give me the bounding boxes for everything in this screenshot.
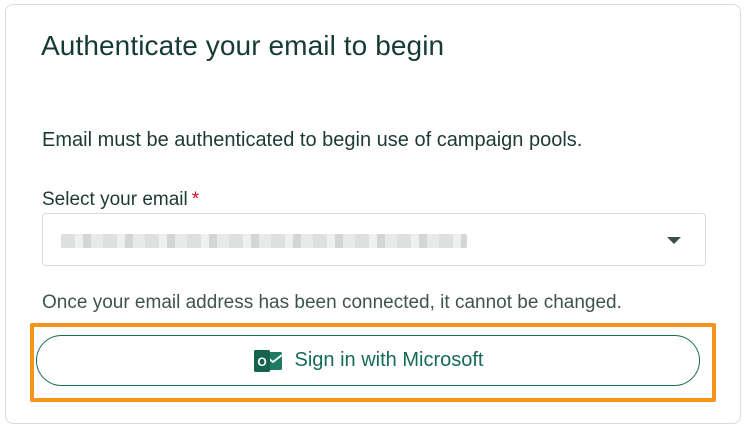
page-title: Authenticate your email to begin xyxy=(41,30,445,61)
sign-in-with-microsoft-button[interactable]: O Sign in with Microsoft xyxy=(36,335,700,386)
email-select[interactable] xyxy=(42,213,706,266)
sign-in-button-label: Sign in with Microsoft xyxy=(294,349,484,371)
email-select-value xyxy=(43,214,44,215)
email-field-label: Select your email * xyxy=(42,189,199,211)
email-select-value-blurred xyxy=(61,234,467,248)
svg-text:O: O xyxy=(257,355,266,369)
outlook-icon: O xyxy=(253,348,283,374)
email-field-label-text: Select your email xyxy=(42,189,188,210)
description-text: Email must be authenticated to begin use… xyxy=(42,129,583,151)
helper-text: Once your email address has been connect… xyxy=(42,292,622,313)
required-marker: * xyxy=(191,189,200,210)
chevron-down-icon xyxy=(667,237,681,244)
